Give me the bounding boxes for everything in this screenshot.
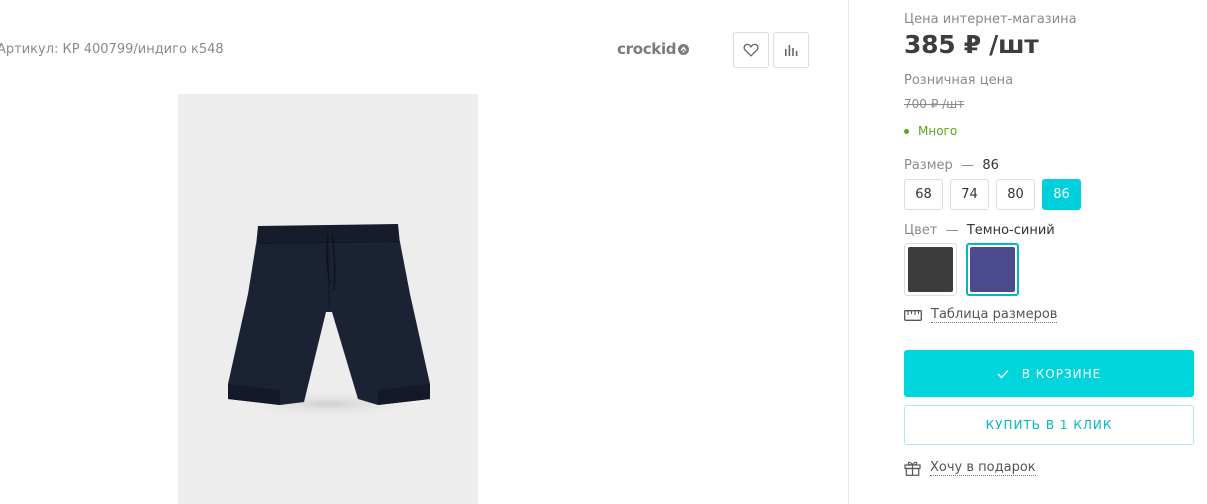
size-option-86[interactable]: 86 xyxy=(1042,179,1081,210)
favorite-button[interactable] xyxy=(733,32,769,68)
stock-text: Много xyxy=(918,124,958,138)
bar-chart-icon xyxy=(785,45,798,56)
size-dash: — xyxy=(961,158,975,173)
color-swatch-dark-blue[interactable] xyxy=(966,243,1019,296)
crockid-logo-icon xyxy=(678,43,690,55)
ruler-icon xyxy=(904,309,922,321)
retail-price: 700 ₽ /шт xyxy=(904,97,965,111)
online-price-label: Цена интернет-магазина xyxy=(904,12,1077,27)
size-label: Размер — 86 xyxy=(904,158,999,173)
size-option-74[interactable]: 74 xyxy=(950,179,989,210)
article-number: Артикул: КР 400799/индиго к548 xyxy=(0,42,224,57)
gift-text: Хочу в подарок xyxy=(930,460,1036,476)
size-table-text: Таблица размеров xyxy=(931,307,1058,323)
stock-dot-icon xyxy=(904,128,909,134)
product-photo[interactable] xyxy=(178,94,478,504)
swatch-fill xyxy=(970,247,1015,292)
heart-icon xyxy=(743,43,759,57)
brand-logo[interactable]: crockid xyxy=(617,40,690,58)
color-label: Цвет — Темно-синий xyxy=(904,223,1055,238)
color-swatch-dark-gray[interactable] xyxy=(904,243,957,296)
color-selected: Темно-синий xyxy=(966,223,1055,238)
shorts-product-image xyxy=(228,224,430,418)
retail-price-label: Розничная цена xyxy=(904,73,1014,88)
color-label-text: Цвет xyxy=(904,223,938,238)
brand-name: crockid xyxy=(617,40,677,58)
color-dash: — xyxy=(945,223,959,238)
size-table-link[interactable]: Таблица размеров xyxy=(904,307,1058,323)
size-option-80[interactable]: 80 xyxy=(996,179,1035,210)
product-gallery-area: Артикул: КР 400799/индиго к548 crockid xyxy=(0,0,848,504)
product-info-panel: Цена интернет-магазина 385 ₽ /шт Розничн… xyxy=(849,0,1207,504)
swatch-fill xyxy=(908,247,953,292)
stock-status: Много xyxy=(904,124,957,138)
compare-button[interactable] xyxy=(773,32,809,68)
gift-icon xyxy=(904,461,921,476)
size-label-text: Размер xyxy=(904,158,953,173)
in-cart-label: В КОРЗИНЕ xyxy=(1021,366,1102,381)
check-icon xyxy=(997,369,1009,379)
color-swatches xyxy=(904,243,1019,296)
online-price: 385 ₽ /шт xyxy=(904,30,1039,59)
in-cart-button[interactable]: В КОРЗИНЕ xyxy=(904,350,1194,397)
buy-one-click-button[interactable]: КУПИТЬ В 1 КЛИК xyxy=(904,405,1194,445)
size-option-68[interactable]: 68 xyxy=(904,179,943,210)
size-selected: 86 xyxy=(982,158,999,173)
size-options: 68 74 80 86 xyxy=(904,179,1081,210)
gift-link[interactable]: Хочу в подарок xyxy=(904,460,1036,476)
